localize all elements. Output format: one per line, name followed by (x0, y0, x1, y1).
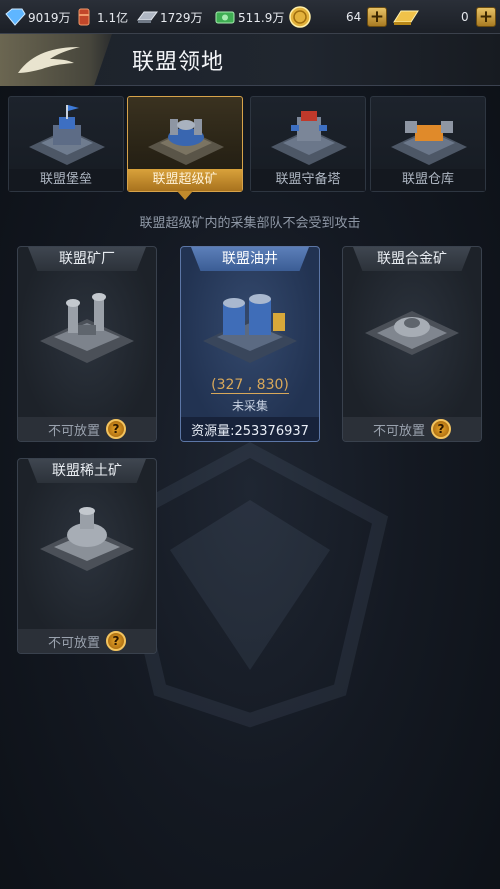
card-title: 联盟合金矿 (353, 247, 471, 271)
alloy-mine-building-icon (365, 311, 459, 355)
card-footer: 不可放置 ? (18, 629, 156, 653)
steel-ingot-icon (137, 11, 158, 23)
add-gold-bar-button[interactable]: + (476, 7, 496, 27)
card-rare-earth-mine[interactable]: 联盟稀土矿 不可放置 ? (17, 458, 157, 654)
card-oil-well[interactable]: 联盟油井 (327 , 830) 未采集 资源量:253376937 (180, 246, 320, 442)
gold-bar-amount: 0 (461, 10, 469, 24)
add-gold-coin-button[interactable]: + (367, 7, 387, 27)
territory-tabs: 联盟堡垒 联盟超级矿 联盟守备塔 联盟仓库 (0, 96, 500, 206)
tab-defense-tower[interactable]: 联盟守备塔 (250, 96, 366, 192)
cash-icon (215, 11, 235, 24)
collect-status: 未采集 (231, 399, 268, 413)
coordinates-text: (327 , 830) (211, 377, 289, 394)
card-footer-text: 不可放置 (372, 423, 425, 439)
oil-amount: 1.1亿 (97, 10, 129, 25)
card-mine-factory[interactable]: 联盟矿厂 不可放置 ? (17, 246, 157, 442)
title-bar: 联盟领地 (0, 34, 500, 86)
steel-resource: 1729万 (136, 0, 203, 34)
tab-warehouse-label: 联盟仓库 (371, 169, 485, 191)
oil-well-building-icon (203, 294, 297, 363)
warehouse-building-icon (391, 121, 467, 165)
gold-coin-amount: 64 (346, 10, 362, 24)
tab-warehouse[interactable]: 联盟仓库 (370, 96, 486, 192)
oil-barrel-icon (78, 8, 90, 26)
resource-bar: 9019万 1.1亿 1729万 511.9万 64 + 0 + (0, 0, 500, 34)
card-title: 联盟油井 (191, 247, 309, 271)
mine-factory-building-icon (40, 293, 134, 363)
gold-bar-icon (393, 10, 419, 25)
defense-tower-building-icon (271, 111, 347, 165)
fortress-building-icon (29, 105, 105, 165)
cash-amount: 511.9万 (238, 10, 285, 25)
crystal-resource: 9019万 (4, 0, 71, 34)
help-icon[interactable]: ? (431, 419, 451, 439)
back-button[interactable] (0, 34, 112, 86)
tab-fortress[interactable]: 联盟堡垒 (8, 96, 124, 192)
card-alloy-mine[interactable]: 联盟合金矿 不可放置 ? (342, 246, 482, 442)
page-title: 联盟领地 (132, 50, 225, 75)
active-tab-indicator (177, 191, 193, 200)
crystal-icon (5, 8, 26, 26)
help-icon[interactable]: ? (106, 631, 126, 651)
tab-super-mine[interactable]: 联盟超级矿 (127, 96, 243, 200)
help-icon[interactable]: ? (106, 419, 126, 439)
coordinates-link[interactable]: (327 , 830) (181, 377, 319, 394)
card-footer: 资源量:253376937 (181, 417, 319, 441)
cash-resource: 511.9万 (214, 0, 284, 34)
card-title: 联盟矿厂 (28, 247, 146, 271)
card-footer: 不可放置 ? (343, 417, 481, 441)
super-mine-building-icon (148, 119, 224, 165)
card-footer: 不可放置 ? (18, 417, 156, 441)
card-title: 联盟稀土矿 (28, 459, 146, 483)
tab-super-mine-label: 联盟超级矿 (128, 169, 242, 191)
card-footer-text: 不可放置 (47, 635, 100, 651)
tab-fortress-label: 联盟堡垒 (9, 169, 123, 191)
eagle-wing-icon (18, 47, 80, 73)
tab-defense-tower-label: 联盟守备塔 (251, 169, 365, 191)
rare-earth-mine-building-icon (40, 507, 134, 571)
oil-resource: 1.1亿 (73, 0, 128, 34)
resource-amount: 资源量:253376937 (191, 423, 309, 439)
gold-coin-resource (288, 0, 314, 34)
steel-amount: 1729万 (160, 10, 203, 25)
crystal-amount: 9019万 (28, 10, 71, 25)
gold-coin-icon (289, 6, 311, 28)
notice-text: 联盟超级矿内的采集部队不会受到攻击 (139, 216, 361, 231)
card-footer-text: 不可放置 (47, 423, 100, 439)
